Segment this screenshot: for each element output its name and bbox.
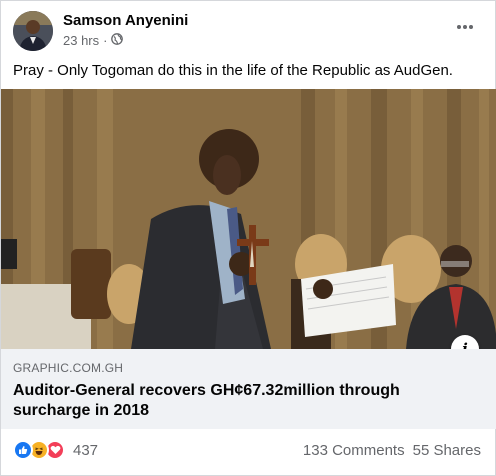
post-header: Samson Anyenini 23 hrs ·	[13, 11, 483, 51]
comments-count[interactable]: 133 Comments	[303, 442, 405, 459]
post-meta: 23 hrs ·	[63, 33, 124, 48]
globe-icon[interactable]	[111, 33, 124, 48]
reaction-count: 437	[73, 441, 99, 459]
reactions-summary[interactable]: 437	[13, 440, 98, 460]
shares-count[interactable]: 55 Shares	[413, 442, 481, 459]
engagement-counts: 133 Comments 55 Shares	[303, 442, 481, 459]
post-caption: Pray - Only Togoman do this in the life …	[13, 62, 453, 79]
post-card: Samson Anyenini 23 hrs · Pray - Only Tog…	[0, 0, 496, 476]
author-name[interactable]: Samson Anyenini	[63, 12, 188, 29]
link-title[interactable]: Auditor-General recovers GH¢67.32million…	[13, 381, 437, 421]
meta-separator: ·	[103, 33, 108, 48]
more-options-icon[interactable]	[451, 17, 479, 37]
author-avatar[interactable]	[13, 11, 53, 51]
link-domain: GRAPHIC.COM.GH	[13, 361, 124, 375]
post-footer: 437 133 Comments 55 Shares	[1, 429, 496, 475]
link-preview-image[interactable]	[1, 89, 496, 349]
link-preview[interactable]: GRAPHIC.COM.GH Auditor-General recovers …	[1, 349, 496, 429]
post-time[interactable]: 23 hrs	[63, 33, 99, 48]
like-icon	[13, 440, 33, 460]
